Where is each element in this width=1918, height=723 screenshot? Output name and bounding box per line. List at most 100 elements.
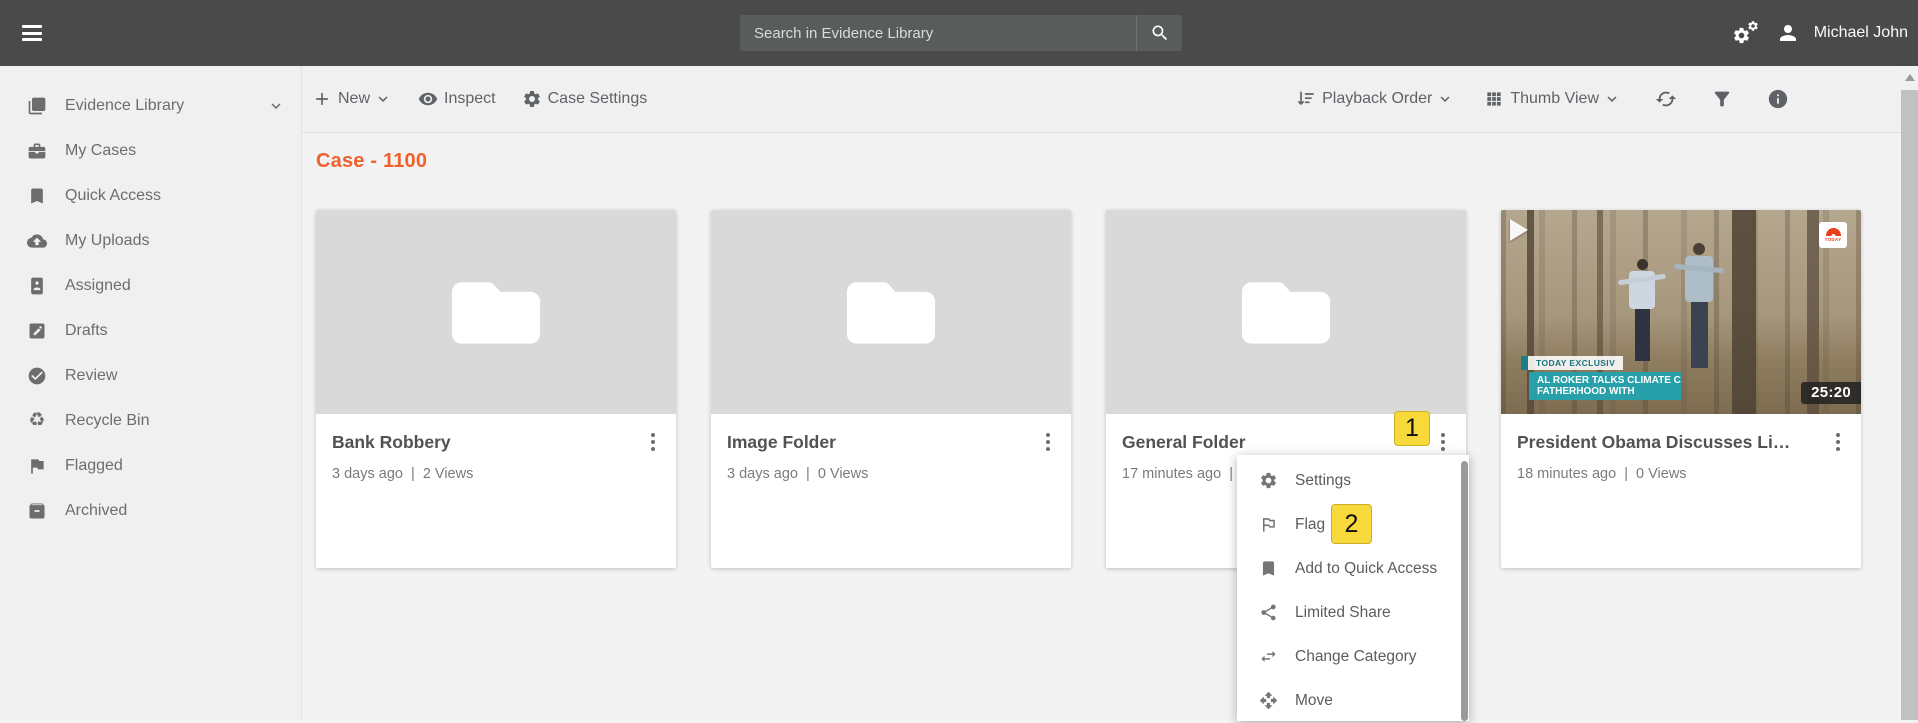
- plus-icon: [312, 89, 332, 109]
- draft-pencil-icon: [26, 320, 48, 342]
- sidebar-item-label: My Uploads: [65, 232, 149, 250]
- menu-item-label: Settings: [1295, 472, 1351, 490]
- sidebar-item-label: Drafts: [65, 322, 108, 340]
- thumb-view-dropdown[interactable]: Thumb View: [1484, 89, 1621, 109]
- topbar-user-area: Michael John: [1732, 0, 1908, 66]
- menu-item-label: Change Category: [1295, 648, 1417, 666]
- sidebar-item-drafts[interactable]: Drafts: [0, 308, 301, 353]
- evidence-cards-row: Bank Robbery 3 days ago | 2 Views Image …: [316, 210, 1901, 568]
- new-button[interactable]: New: [312, 89, 392, 109]
- card-menu-button[interactable]: [1434, 430, 1452, 454]
- user-name[interactable]: Michael John: [1814, 24, 1908, 42]
- chevron-down-icon: [374, 90, 392, 108]
- menu-icon[interactable]: [22, 25, 42, 41]
- inspect-button[interactable]: Inspect: [418, 89, 496, 109]
- scroll-up-arrow-icon[interactable]: [1905, 74, 1915, 81]
- grid-view-icon: [1484, 89, 1504, 109]
- video-thumbnail[interactable]: TODAY TODAY EXCLUSIV AL ROKER TALKS CLIM…: [1501, 210, 1861, 414]
- menu-item-label: Move: [1295, 692, 1333, 710]
- sidebar-item-my-uploads[interactable]: My Uploads: [0, 218, 301, 263]
- menu-item-label: Flag: [1295, 516, 1325, 534]
- card-menu-button[interactable]: [644, 430, 662, 454]
- annotation-badge-2: 2: [1331, 504, 1372, 544]
- card-title: Image Folder: [727, 432, 1027, 453]
- chevron-down-icon: [1603, 90, 1621, 108]
- bookmark-icon: [26, 185, 48, 207]
- search-icon: [1150, 23, 1170, 43]
- person-figure-right: [1685, 243, 1713, 368]
- sidebar-item-label: Assigned: [65, 277, 131, 295]
- folder-thumbnail[interactable]: [316, 210, 676, 414]
- chevron-down-icon[interactable]: [267, 97, 285, 115]
- briefcase-icon: [26, 140, 48, 162]
- folder-thumbnail[interactable]: [1106, 210, 1466, 414]
- sidebar-item-my-cases[interactable]: My Cases: [0, 128, 301, 173]
- card-title: President Obama Discusses Li…: [1517, 432, 1817, 453]
- cloud-upload-icon: [26, 230, 48, 252]
- menu-item-add-to-quick-access[interactable]: Add to Quick Access: [1237, 547, 1469, 591]
- case-content: Case - 1100 Bank Robbery 3 days ago | 2 …: [302, 133, 1901, 568]
- search-input[interactable]: [740, 15, 1136, 51]
- sidebar-item-label: Archived: [65, 502, 127, 520]
- recycle-icon: ♻: [26, 410, 48, 432]
- menu-item-change-category[interactable]: Change Category: [1237, 635, 1469, 679]
- bookmark-icon: [1259, 559, 1279, 579]
- flag-outline-icon: [1259, 515, 1279, 535]
- video-duration-badge: 25:20: [1801, 382, 1861, 404]
- chyron-banner: AL ROKER TALKS CLIMATE CHANG FATHERHOOD …: [1529, 372, 1681, 400]
- folder-thumbnail[interactable]: [711, 210, 1071, 414]
- refresh-icon[interactable]: [1655, 88, 1677, 110]
- topbar: Michael John: [0, 0, 1918, 66]
- sidebar-item-label: Flagged: [65, 457, 123, 475]
- sidebar-item-quick-access[interactable]: Quick Access: [0, 173, 301, 218]
- chevron-down-icon: [1436, 90, 1454, 108]
- sort-order-icon: [1296, 89, 1316, 109]
- playback-order-label: Playback Order: [1322, 90, 1432, 108]
- folder-icon: [1240, 278, 1332, 346]
- menu-item-limited-share[interactable]: Limited Share: [1237, 591, 1469, 635]
- folder-icon: [450, 278, 542, 346]
- menu-item-move[interactable]: Move: [1237, 679, 1469, 723]
- sidebar-item-archived[interactable]: Archived: [0, 488, 301, 533]
- sidebar-item-recycle-bin[interactable]: ♻ Recycle Bin: [0, 398, 301, 443]
- main-area: New Inspect Case Settings: [302, 66, 1901, 720]
- search-bar: [740, 15, 1182, 51]
- share-icon: [1259, 603, 1279, 623]
- sidebar-item-evidence-library[interactable]: Evidence Library: [0, 83, 301, 128]
- menu-scrollbar[interactable]: [1461, 461, 1468, 721]
- evidence-card-bank-robbery[interactable]: Bank Robbery 3 days ago | 2 Views: [316, 210, 676, 568]
- play-icon[interactable]: [1510, 219, 1528, 241]
- evidence-card-video[interactable]: TODAY TODAY EXCLUSIV AL ROKER TALKS CLIM…: [1501, 210, 1861, 568]
- chyron-tag: TODAY EXCLUSIV: [1521, 356, 1623, 370]
- filter-icon[interactable]: [1711, 88, 1733, 110]
- sidebar-item-flagged[interactable]: Flagged: [0, 443, 301, 488]
- sidebar-item-review[interactable]: Review: [0, 353, 301, 398]
- gear-icon: [1259, 471, 1279, 491]
- sidebar-item-assigned[interactable]: Assigned: [0, 263, 301, 308]
- card-title: General Folder: [1122, 432, 1422, 453]
- folder-icon: [845, 278, 937, 346]
- info-icon[interactable]: [1767, 88, 1789, 110]
- assignment-badge-icon: [26, 275, 48, 297]
- evidence-card-image-folder[interactable]: Image Folder 3 days ago | 0 Views: [711, 210, 1071, 568]
- gear-icon: [522, 89, 542, 109]
- menu-item-label: Limited Share: [1295, 604, 1391, 622]
- page-scrollbar[interactable]: [1901, 66, 1918, 720]
- scrollbar-thumb[interactable]: [1901, 90, 1918, 720]
- archive-icon: [26, 500, 48, 522]
- case-toolbar: New Inspect Case Settings: [302, 66, 1901, 133]
- playback-order-dropdown[interactable]: Playback Order: [1296, 89, 1454, 109]
- evidence-library-icon: [26, 95, 48, 117]
- card-menu-button[interactable]: [1039, 430, 1057, 454]
- settings-gears-icon[interactable]: [1732, 20, 1762, 46]
- case-settings-button[interactable]: Case Settings: [522, 89, 648, 109]
- thumb-view-label: Thumb View: [1510, 90, 1599, 108]
- user-icon[interactable]: [1776, 21, 1800, 45]
- card-meta: 18 minutes ago | 0 Views: [1517, 466, 1845, 482]
- swap-arrows-icon: [1259, 647, 1279, 667]
- annotation-badge-1: 1: [1394, 411, 1430, 446]
- menu-item-settings[interactable]: Settings: [1237, 459, 1469, 503]
- person-figure-left: [1629, 259, 1655, 361]
- search-button[interactable]: [1136, 15, 1182, 51]
- card-menu-button[interactable]: [1829, 430, 1847, 454]
